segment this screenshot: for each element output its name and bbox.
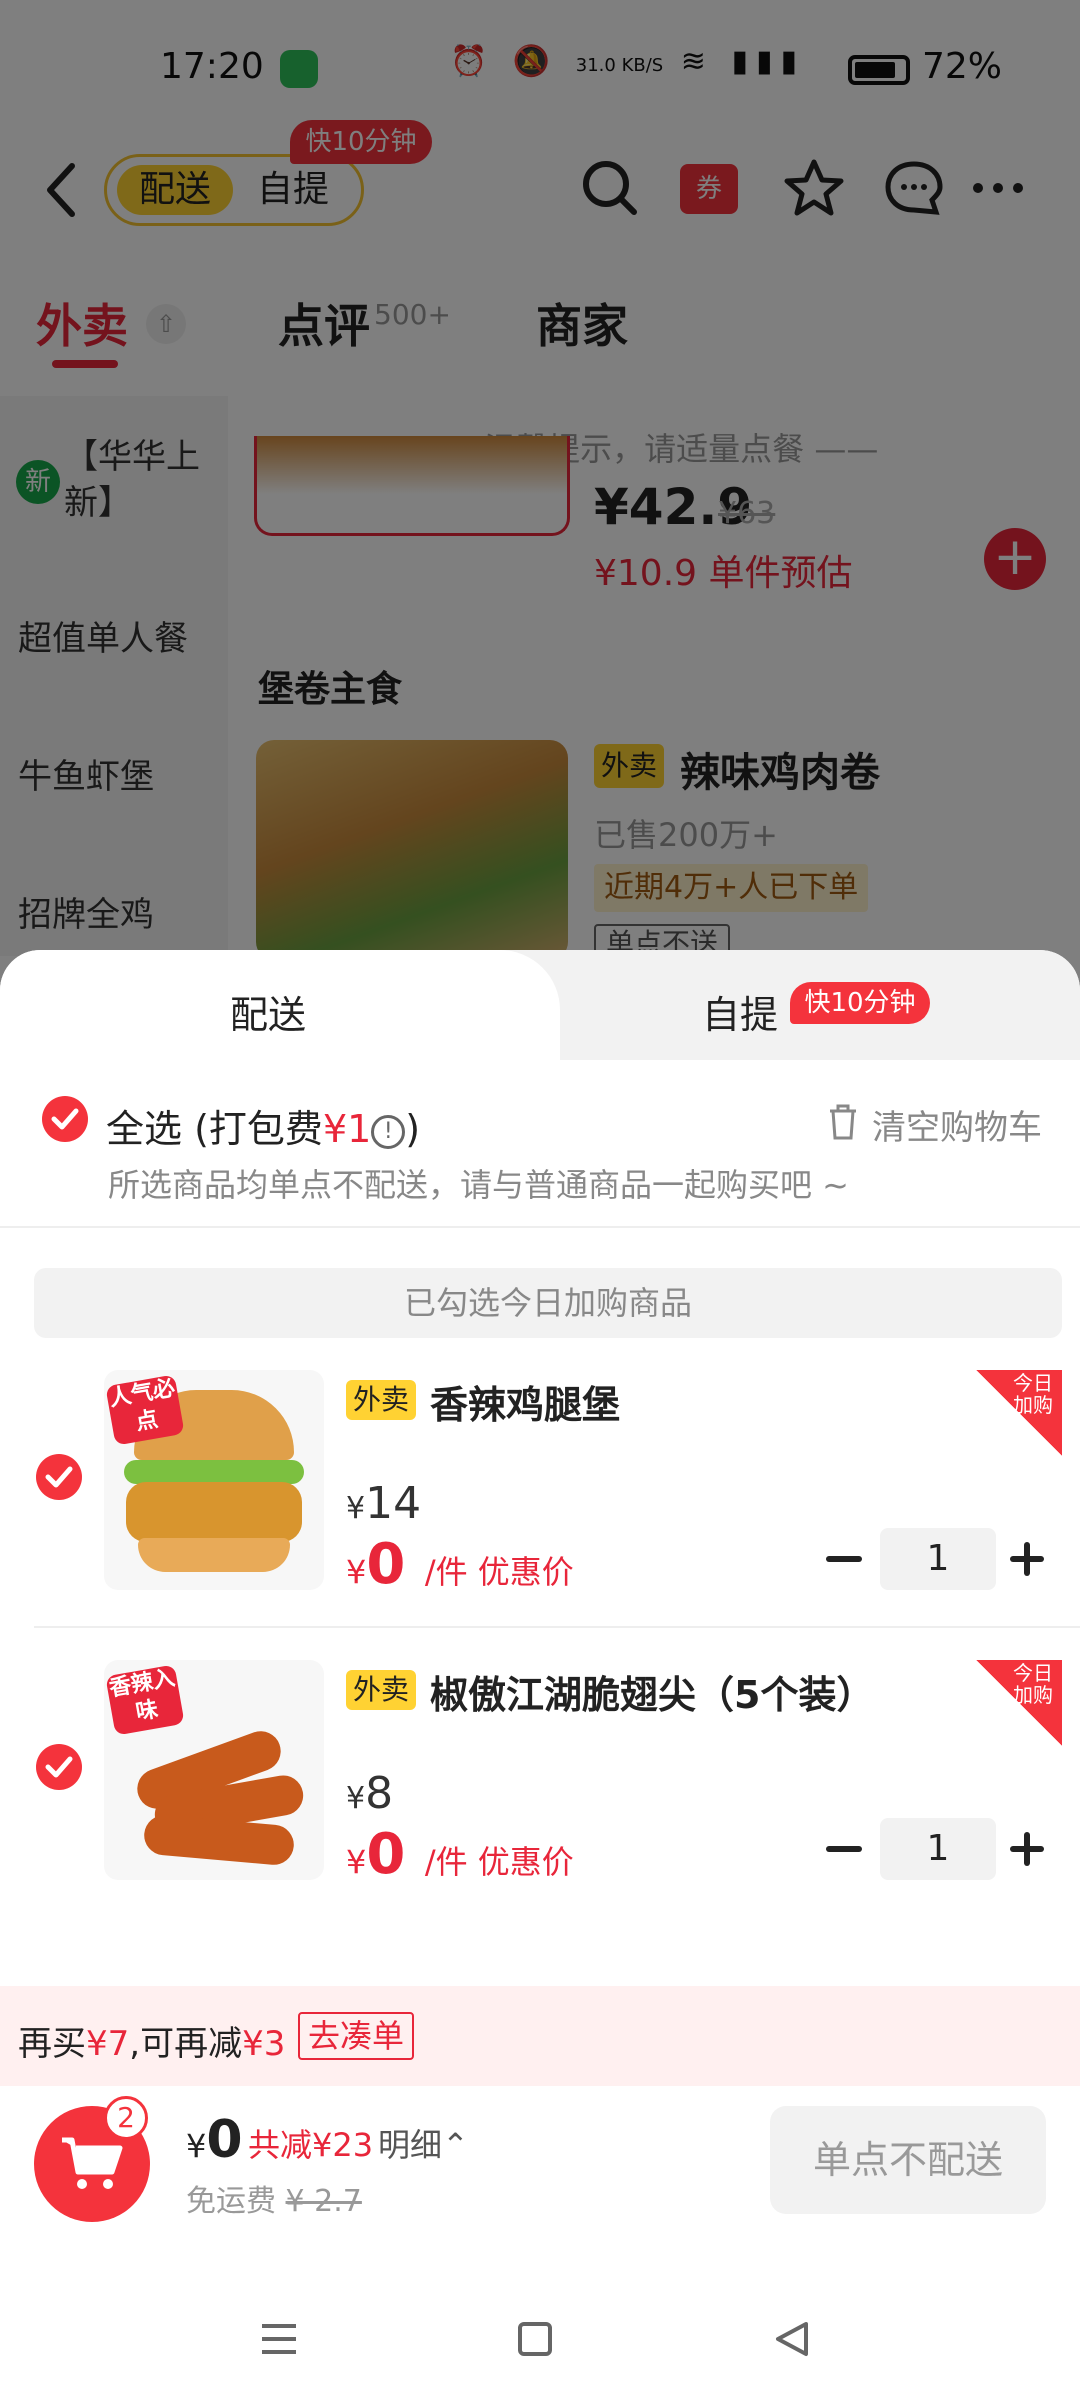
trash-icon[interactable] bbox=[826, 1102, 860, 1142]
quantity-value[interactable]: 1 bbox=[880, 1818, 996, 1880]
deal-suffix: /件 优惠价 bbox=[424, 1843, 574, 1881]
divider bbox=[34, 1626, 1080, 1628]
checkout-button[interactable]: 单点不配送 bbox=[770, 2106, 1046, 2214]
nav-back-icon[interactable] bbox=[774, 2320, 810, 2358]
promo-amount-a: ¥7 bbox=[86, 2024, 130, 2064]
increase-button-v[interactable] bbox=[1024, 1832, 1030, 1866]
item-name: 香辣鸡腿堡 bbox=[430, 1383, 621, 1427]
decrease-button[interactable] bbox=[826, 1556, 862, 1562]
select-all-label: 全选 (打包费¥1!) bbox=[106, 1098, 420, 1153]
orig-price-value: 14 bbox=[365, 1478, 422, 1529]
item-checkbox[interactable] bbox=[36, 1454, 82, 1500]
shipping-label: 免运费 bbox=[186, 2184, 276, 2219]
select-all-checkbox[interactable] bbox=[42, 1096, 88, 1142]
shipping-orig: ¥ 2.7 bbox=[285, 2184, 362, 2219]
deal-price-value: 0 bbox=[366, 1822, 406, 1887]
today-addon-banner: 已勾选今日加购商品 bbox=[34, 1268, 1062, 1338]
deal-suffix: /件 优惠价 bbox=[424, 1553, 574, 1591]
home-icon[interactable] bbox=[518, 2322, 552, 2356]
burger-lettuce bbox=[124, 1460, 304, 1484]
burger-image[interactable]: 人气必点 bbox=[104, 1370, 324, 1590]
item-orig-price: ¥8 bbox=[346, 1768, 394, 1819]
decrease-button[interactable] bbox=[826, 1846, 862, 1852]
promo-text-b: ,可再减 bbox=[129, 2024, 243, 2064]
menu-icon[interactable] bbox=[260, 2322, 298, 2356]
wings-image[interactable]: 香辣入味 bbox=[104, 1660, 324, 1880]
wing bbox=[142, 1813, 296, 1867]
delivery-notice: 所选商品均单点不配送，请与普通商品一起购买吧 ~ bbox=[108, 1166, 849, 1204]
promo-text-a: 再买 bbox=[18, 2024, 86, 2064]
item-orig-price: ¥14 bbox=[346, 1478, 422, 1529]
promo-bar: 再买¥7,可再减¥3 去凑单 bbox=[0, 1986, 1080, 2086]
item-checkbox[interactable] bbox=[36, 1744, 82, 1790]
takeout-tag: 外卖 bbox=[346, 1670, 416, 1710]
total-saved: 共减¥23 bbox=[248, 2126, 374, 2164]
select-all-text: 全选 bbox=[106, 1107, 183, 1151]
promo-amount-b: ¥3 bbox=[242, 2024, 286, 2064]
pack-fee-suffix: ) bbox=[405, 1107, 421, 1151]
quantity-value[interactable]: 1 bbox=[880, 1528, 996, 1590]
add-more-button[interactable]: 去凑单 bbox=[298, 2012, 415, 2060]
total-value: 0 bbox=[206, 2110, 243, 2170]
tab-delivery-label[interactable]: 配送 bbox=[230, 984, 306, 1039]
tab-pickup[interactable]: 自提 bbox=[702, 984, 778, 1039]
info-icon[interactable]: ! bbox=[371, 1114, 406, 1149]
promo-sticker: 香辣入味 bbox=[105, 1664, 185, 1736]
shipping-fee: 免运费 ¥ 2.7 bbox=[186, 2176, 362, 2220]
today-addon-corner: 今日加购 bbox=[976, 1370, 1062, 1456]
pack-fee: ¥1 bbox=[322, 1107, 372, 1151]
divider bbox=[0, 1226, 1080, 1228]
total-price: ¥0 bbox=[186, 2110, 243, 2170]
promo-sticker: 人气必点 bbox=[105, 1374, 185, 1446]
item-name: 椒傲江湖脆翅尖（5个装） bbox=[430, 1673, 875, 1717]
burger-patty bbox=[126, 1482, 302, 1542]
item-deal-price: ¥0 /件 优惠价 bbox=[346, 1532, 574, 1597]
item-deal-price: ¥0 /件 优惠价 bbox=[346, 1822, 574, 1887]
deal-price-value: 0 bbox=[366, 1532, 406, 1597]
detail-toggle[interactable]: 明细⌃ bbox=[378, 2120, 469, 2166]
total-symbol: ¥ bbox=[186, 2127, 207, 2165]
orig-price-value: 8 bbox=[365, 1768, 394, 1819]
increase-button-v[interactable] bbox=[1024, 1542, 1030, 1576]
takeout-tag: 外卖 bbox=[346, 1380, 416, 1420]
today-addon-corner: 今日加购 bbox=[976, 1660, 1062, 1746]
promo-text: 再买¥7,可再减¥3 bbox=[18, 2016, 285, 2065]
cart-icon bbox=[62, 2137, 123, 2189]
pack-fee-prefix: (打包费 bbox=[194, 1107, 323, 1151]
cart-count-badge: 2 bbox=[104, 2096, 148, 2140]
corner-label: 今日加购 bbox=[1013, 1371, 1053, 1417]
clear-cart-button[interactable]: 清空购物车 bbox=[872, 1100, 1042, 1149]
burger-bottom-bun bbox=[138, 1538, 290, 1572]
pickup-fast-badge: 快10分钟 bbox=[790, 982, 930, 1024]
corner-label: 今日加购 bbox=[1013, 1661, 1053, 1707]
cart-sheet: 配送 自提 快10分钟 全选 (打包费¥1!) 清空购物车 所选商品均单点不配送… bbox=[0, 950, 1080, 2400]
